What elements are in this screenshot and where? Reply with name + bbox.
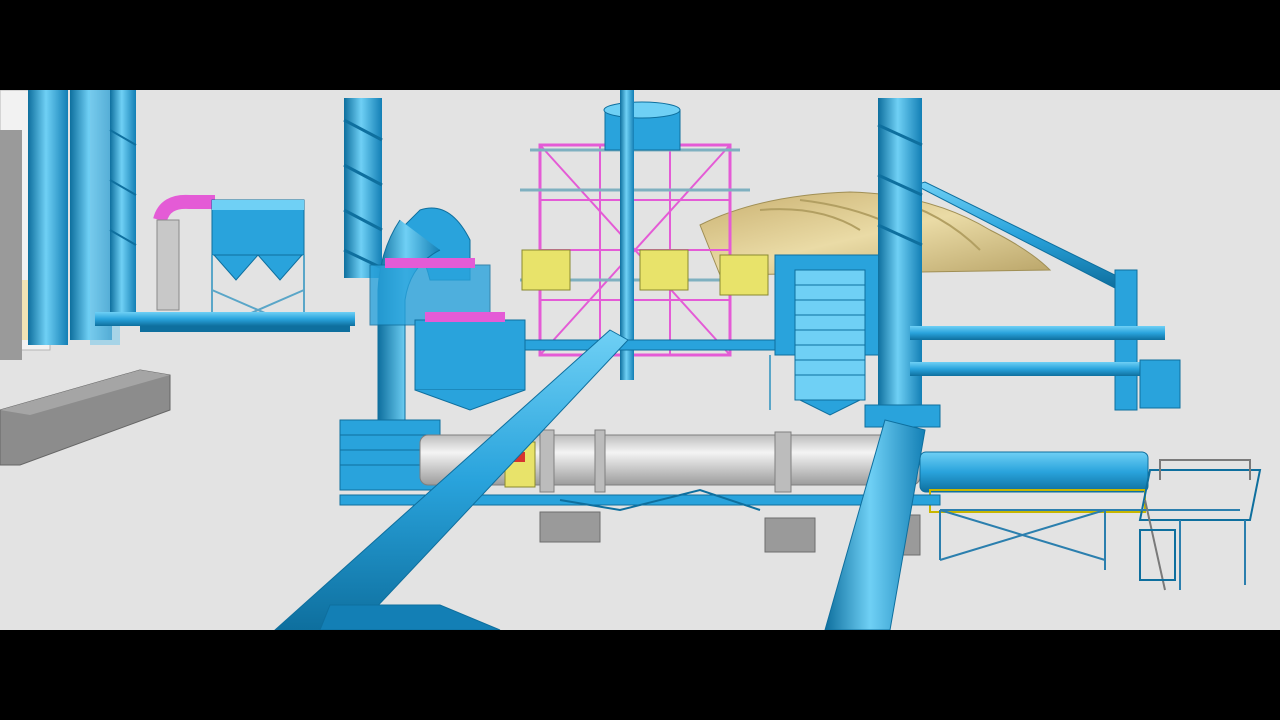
plant-3d-scene: [0, 90, 1280, 630]
letterbox-top: [0, 0, 1280, 90]
letterbox-bottom: [0, 630, 1280, 720]
pipe-rack-left: [95, 312, 355, 326]
pipe-rack-right: [910, 326, 1165, 340]
video-frame: [0, 0, 1280, 720]
exhaust-stack-left: [109, 90, 137, 320]
ground-plane: [0, 90, 1280, 630]
exhaust-stack-center: [343, 98, 383, 278]
